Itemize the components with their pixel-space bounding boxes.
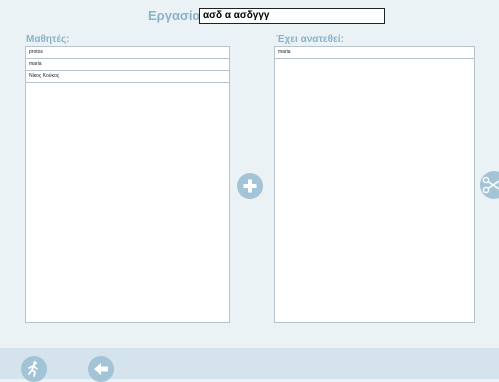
students-list[interactable]: protos maria Νίκος Κούκος (25, 46, 230, 323)
students-heading: Μαθητές: (26, 34, 70, 45)
list-item[interactable]: maria (26, 59, 229, 71)
list-item[interactable]: protos (26, 47, 229, 59)
list-item[interactable]: maria (275, 47, 474, 59)
remove-button[interactable] (480, 171, 499, 199)
scissors-icon (482, 176, 499, 194)
exit-button[interactable] (21, 356, 47, 382)
arrow-left-icon (94, 363, 108, 375)
list-item[interactable]: Νίκος Κούκος (26, 71, 229, 83)
assigned-list[interactable]: maria (274, 46, 475, 323)
bottom-toolbar (0, 348, 499, 379)
assigned-heading: Έχει ανατεθεί: (276, 34, 344, 45)
assignment-label: Εργασία: (148, 8, 205, 23)
back-button[interactable] (88, 356, 114, 382)
assignment-name-field[interactable]: ασδ α ασδγγγ (199, 8, 385, 24)
plus-circle-icon (243, 179, 257, 193)
running-man-icon (28, 361, 38, 377)
add-button[interactable] (237, 173, 263, 199)
